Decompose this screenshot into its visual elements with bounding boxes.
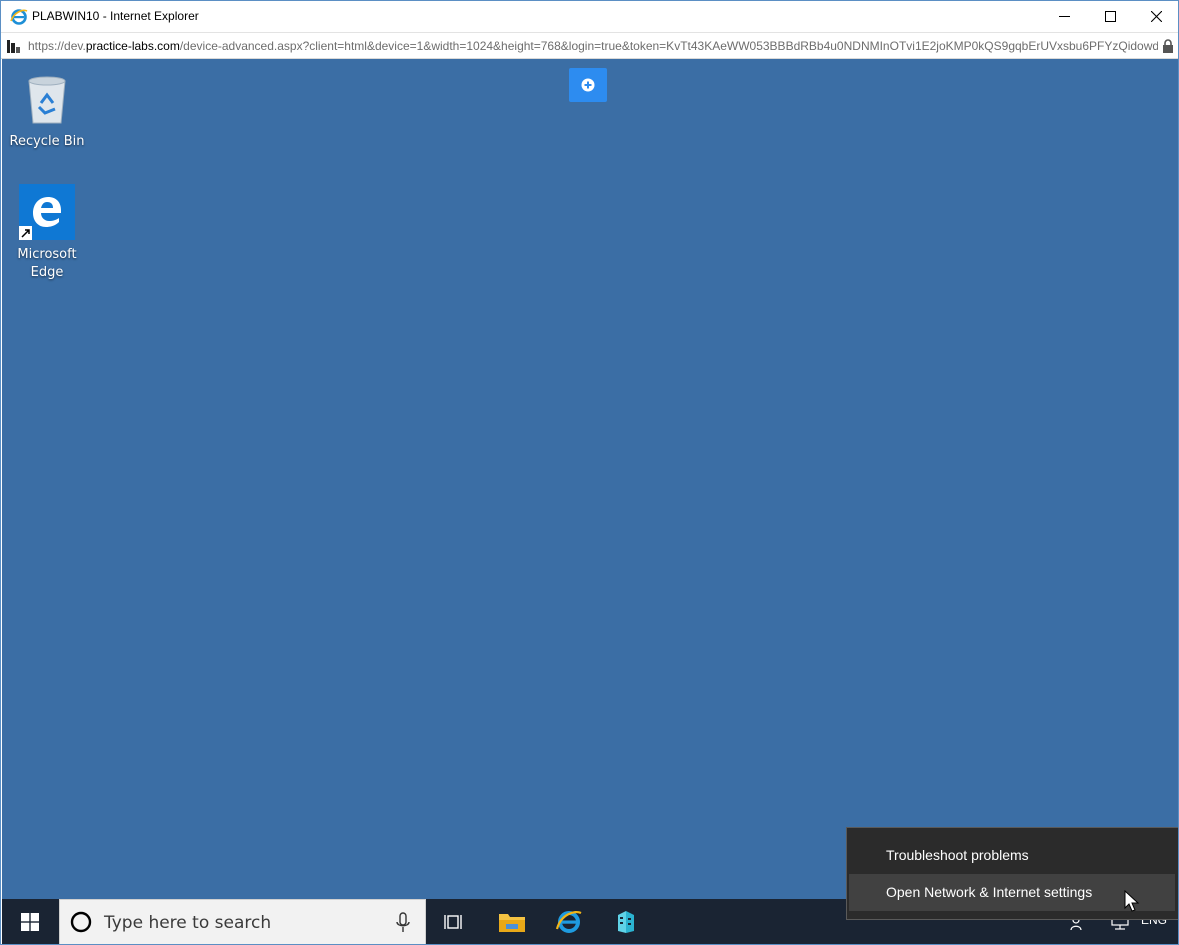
recycle-bin-icon <box>28 76 66 124</box>
internet-explorer-icon <box>555 911 582 933</box>
microsoft-edge-label: Microsoft Edge <box>17 247 77 280</box>
internet-explorer-button[interactable] <box>545 899 593 944</box>
maximize-button[interactable] <box>1087 1 1133 32</box>
lock-icon[interactable] <box>1162 38 1174 54</box>
close-icon <box>1150 11 1162 22</box>
server-manager-icon <box>618 911 634 933</box>
remote-toolbar-button[interactable] <box>569 68 607 102</box>
server-manager-button[interactable] <box>602 899 650 944</box>
remote-desktop[interactable]: Recycle Bin Microsoft Edge <box>2 59 1178 899</box>
file-explorer-icon <box>499 914 525 932</box>
task-view-icon <box>444 915 462 929</box>
recycle-bin-label: Recycle Bin <box>9 134 85 149</box>
url-domain: practice-labs.com <box>85 39 180 53</box>
desktop-icon-microsoft-edge[interactable]: Microsoft Edge <box>2 184 92 282</box>
address-bar[interactable]: https://dev.practice-labs.com/device-adv… <box>1 32 1178 59</box>
cortana-icon <box>70 911 92 933</box>
title-bar[interactable]: PLABWIN10 - Internet Explorer <box>1 1 1178 32</box>
desktop-icon-recycle-bin[interactable]: Recycle Bin <box>2 71 92 151</box>
search-placeholder: Type here to search <box>104 913 272 933</box>
minimize-button[interactable] <box>1041 1 1087 32</box>
url-path: /device-advanced.aspx?client=html&device… <box>179 39 1158 53</box>
site-favicon-icon <box>7 40 20 53</box>
start-button[interactable] <box>2 899 58 944</box>
maximize-icon <box>1104 11 1116 22</box>
microsoft-edge-icon <box>19 184 75 240</box>
browser-window: PLABWIN10 - Internet Explorer https://de… <box>0 0 1179 945</box>
minimize-icon <box>1058 16 1070 17</box>
url-prefix: https://dev. <box>28 39 86 53</box>
internet-explorer-icon <box>10 9 28 25</box>
menu-item-troubleshoot-problems[interactable]: Troubleshoot problems <box>849 837 1175 874</box>
task-view-button[interactable] <box>430 899 478 944</box>
url-text[interactable]: https://dev.practice-labs.com/device-adv… <box>28 39 1158 53</box>
close-button[interactable] <box>1133 1 1178 32</box>
taskbar-search-box[interactable]: Type here to search <box>59 899 426 944</box>
windows-logo-icon <box>21 913 39 931</box>
plus-circle-icon <box>581 78 595 92</box>
mouse-cursor-icon <box>1124 890 1140 912</box>
microphone-icon[interactable] <box>395 912 411 934</box>
window-title: PLABWIN10 - Internet Explorer <box>32 9 199 23</box>
file-explorer-button[interactable] <box>488 899 536 944</box>
